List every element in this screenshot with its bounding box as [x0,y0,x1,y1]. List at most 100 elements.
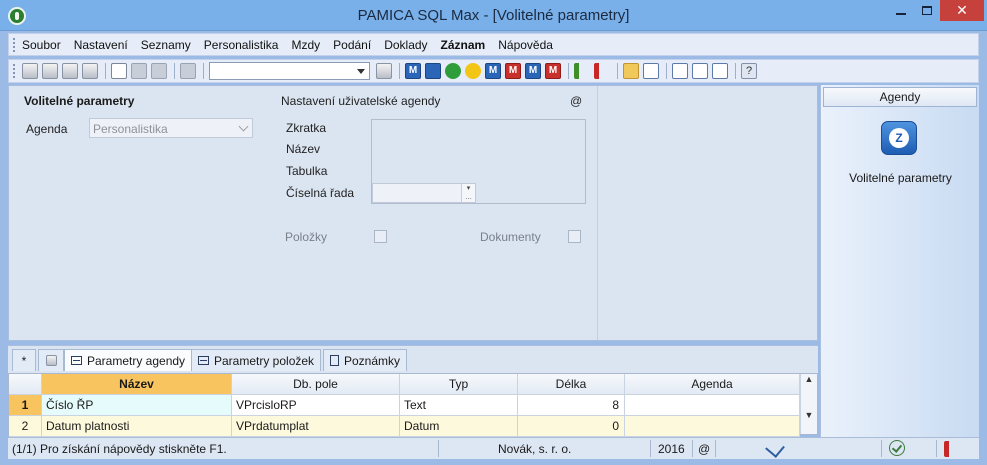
tab-filter[interactable] [38,349,64,371]
dokumenty-checkbox[interactable] [568,230,581,243]
menu-item-nastaveni[interactable]: Nastavení [74,38,128,52]
copy-record-icon[interactable] [42,63,58,79]
print-icon[interactable] [62,63,78,79]
column-header-agenda[interactable]: Agenda [625,374,800,395]
toolbar-separator [568,63,569,79]
ciselna-rada-label: Číselná řada [286,186,355,200]
ciselna-rada-field[interactable]: ▾… [372,183,476,203]
person-up-icon[interactable] [425,63,441,79]
nazev-label: Název [286,142,321,156]
menu-item-mzdy[interactable]: Mzdy [291,38,320,52]
polozky-checkbox[interactable] [374,230,387,243]
m-module-icon[interactable]: M [405,63,421,79]
tab-label: Parametry agendy [87,353,186,368]
table-icon [198,356,209,365]
tab-star[interactable]: * [12,349,36,371]
menu-item-soubor[interactable]: Soubor [22,38,61,52]
menu-item-napoveda[interactable]: Nápověda [498,38,553,52]
document-icon [330,355,339,366]
toolbar-separator [203,63,204,79]
edit-mode-icon [765,438,785,458]
table-row[interactable]: 2 Datum platnosti VPrdatumplat Datum 0 [9,416,800,437]
tab-label: Parametry položek [214,353,315,368]
grid-view-icon[interactable] [712,63,728,79]
grid-corner [9,374,42,395]
cell-delka[interactable]: 0 [518,416,625,437]
status-separator [692,440,693,457]
spin-button[interactable]: ▾… [461,184,475,202]
yellow-person-icon[interactable] [465,63,481,79]
menu-item-doklady[interactable]: Doklady [384,38,427,52]
help-icon[interactable]: ? [741,63,757,79]
menu-item-seznamy[interactable]: Seznamy [141,38,191,52]
tab-bar: * Parametry agendy Parametry položek Poz… [8,345,818,373]
tab-poznamky[interactable]: Poznámky [323,349,408,371]
scroll-down-icon[interactable]: ▼ [801,410,817,420]
tab-parametry-agendy[interactable]: Parametry agendy [64,349,193,371]
parameters-grid: Název Db. pole Typ Délka Agenda 1 Číslo … [8,373,818,437]
menu-item-personalistika[interactable]: Personalistika [204,38,279,52]
minimize-button[interactable] [887,0,914,21]
minimize-icon [895,12,906,15]
check-icon [889,440,905,456]
column-header-delka[interactable]: Délka [518,374,625,395]
status-at-symbol: @ [698,442,711,456]
calculator-icon[interactable] [643,63,659,79]
cell-delka[interactable]: 8 [518,395,625,416]
menu-item-podani[interactable]: Podání [333,38,371,52]
grid-scrollbar[interactable]: ▲ ▼ [800,374,817,434]
toolbar-separator [174,63,175,79]
menu-item-zaznam[interactable]: Záznam [441,38,486,52]
agenda-select-value: Personalistika [93,122,168,136]
m-envelope-icon[interactable]: M [485,63,501,79]
folder-icon[interactable] [623,63,639,79]
cell-db-pole[interactable]: VPrdatumplat [232,416,400,437]
status-separator [650,440,651,457]
row-number: 2 [9,416,42,437]
cell-typ[interactable]: Datum [400,416,518,437]
menu-grip-icon [13,37,16,52]
save-icon[interactable] [131,63,147,79]
form-view-icon[interactable] [672,63,688,79]
cell-agenda[interactable] [625,395,800,416]
volitelne-parametry-icon[interactable]: Z [881,121,917,155]
table-icon [71,356,82,365]
green-person-icon[interactable] [445,63,461,79]
m-red-2-icon[interactable]: M [545,63,561,79]
cell-nazev[interactable]: Číslo ŘP [42,395,232,416]
tabulka-label: Tabulka [286,164,328,178]
red-flag-icon[interactable] [594,63,610,79]
cell-typ[interactable]: Text [400,395,518,416]
toolbar-separator [105,63,106,79]
m-blue-icon[interactable]: M [525,63,541,79]
toolbar-combo[interactable] [209,62,370,80]
exit-icon[interactable] [22,63,38,79]
grid-header-row: Název Db. pole Typ Délka Agenda [9,374,800,395]
green-flag-icon[interactable] [574,63,590,79]
cell-db-pole[interactable]: VPrcisloRP [232,395,400,416]
toolbar: M M M M M ? [8,59,979,83]
column-header-typ[interactable]: Typ [400,374,518,395]
agenda-select[interactable]: Personalistika [89,118,253,138]
clipboard-icon[interactable] [180,63,196,79]
save-all-icon[interactable] [151,63,167,79]
maximize-button[interactable] [914,0,940,21]
cell-agenda[interactable] [625,416,800,437]
list-view-icon[interactable] [692,63,708,79]
filter-icon[interactable] [376,63,392,79]
toolbar-separator [735,63,736,79]
column-header-db-pole[interactable]: Db. pole [232,374,400,395]
row-number: 1 [9,395,42,416]
table-row[interactable]: 1 Číslo ŘP VPrcisloRP Text 8 [9,395,800,416]
volitelne-parametry-link[interactable]: Volitelné parametry [821,171,980,185]
column-header-nazev[interactable]: Název [42,374,232,395]
new-document-icon[interactable] [111,63,127,79]
scroll-up-icon[interactable]: ▲ [801,374,817,384]
agendy-panel: Agendy Z Volitelné parametry [820,85,979,459]
cell-nazev[interactable]: Datum platnosti [42,416,232,437]
tab-parametry-polozek[interactable]: Parametry položek [191,349,322,371]
m-red-icon[interactable]: M [505,63,521,79]
close-button[interactable]: ✕ [940,0,984,21]
print-preview-icon[interactable] [82,63,98,79]
at-symbol: @ [570,94,583,108]
